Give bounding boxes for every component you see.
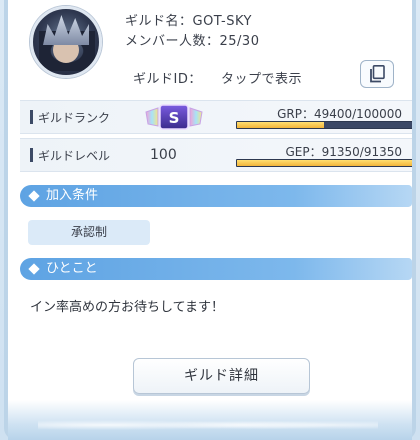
guild-detail-button[interactable]: ギルド詳細 <box>133 358 310 394</box>
grp-text: GRP：49400/100000 <box>277 107 402 121</box>
guild-id-reveal[interactable]: タップで表示 <box>221 68 302 87</box>
gep-text: GEP：91350/91350 <box>285 145 402 159</box>
section-join-conditions: 加入条件 <box>20 185 412 207</box>
diamond-icon <box>28 263 40 275</box>
grp-gauge-fill <box>237 122 324 128</box>
diamond-icon <box>28 190 40 202</box>
grp-gauge <box>236 121 412 129</box>
section-comment: ひとこと <box>20 258 412 280</box>
rank-badge-icon: S <box>145 104 203 130</box>
guild-comment: イン率高めの方お待ちしてます！ <box>30 300 224 315</box>
condition-value: 承認制 <box>28 220 150 245</box>
guild-rank-row: ギルドランク S GRP：49400/100000 <box>20 100 412 134</box>
guild-rank-label: ギルドランク <box>30 109 110 126</box>
avatar-crown <box>43 15 89 45</box>
guild-level-row: ギルドレベル 100 GEP：91350/91350 <box>20 138 412 172</box>
guild-info-panel: ギルド名：GOT-SKY メンバー人数：25/30 ギルドID： タップで表示 … <box>8 0 412 440</box>
section-title-conditions: 加入条件 <box>46 188 99 203</box>
gep-gauge-fill <box>237 160 412 166</box>
bottom-decoration <box>8 400 412 440</box>
copy-button[interactable] <box>360 60 394 88</box>
guild-level-value: 100 <box>150 147 177 163</box>
gep-gauge <box>236 159 412 167</box>
guild-avatar <box>30 6 102 78</box>
guild-level-label: ギルドレベル <box>30 147 110 164</box>
guild-id-label: ギルドID： <box>133 72 202 87</box>
rank-letter: S <box>169 109 180 127</box>
copy-icon <box>370 65 385 83</box>
section-title-comment: ひとこと <box>46 261 98 276</box>
member-count: メンバー人数：25/30 <box>125 34 260 49</box>
guild-name: ギルド名：GOT-SKY <box>125 14 252 29</box>
